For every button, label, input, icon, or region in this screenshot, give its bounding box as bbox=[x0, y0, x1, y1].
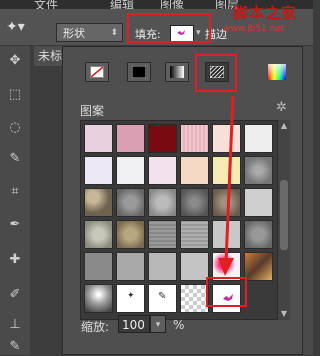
pattern-swatch[interactable] bbox=[180, 220, 209, 249]
gradient-button[interactable] bbox=[165, 62, 189, 82]
watermark-title: 脚本之家 bbox=[233, 4, 298, 22]
pattern-swatch[interactable] bbox=[212, 188, 241, 217]
custom-shape-tool-icon[interactable]: ✦▾ bbox=[6, 19, 30, 39]
pattern-swatch[interactable] bbox=[84, 124, 113, 153]
pattern-swatch[interactable] bbox=[84, 220, 113, 249]
chevron-down-icon: ⬍ bbox=[110, 28, 118, 38]
healing-brush-tool-icon[interactable]: ✚ bbox=[6, 251, 24, 269]
zoom-label: 缩放: bbox=[81, 320, 110, 334]
pattern-swatch[interactable] bbox=[148, 156, 177, 185]
pattern-swatch[interactable] bbox=[116, 188, 145, 217]
lasso-tool-icon[interactable]: ◌ bbox=[6, 119, 24, 137]
pattern-swatch[interactable] bbox=[244, 188, 273, 217]
pattern-swatch[interactable] bbox=[148, 252, 177, 281]
pattern-swatch[interactable] bbox=[116, 220, 145, 249]
pattern-swatch[interactable] bbox=[84, 188, 113, 217]
scroll-thumb[interactable] bbox=[280, 180, 288, 250]
pattern-section-title: 图案 bbox=[80, 104, 105, 118]
gear-icon[interactable]: ✲ bbox=[276, 100, 287, 115]
pattern-swatch[interactable] bbox=[180, 156, 209, 185]
fill-type-panel: 图案 ✲ ✦ ✎ ▲ ▼ 缩放: 100 ▾ % bbox=[62, 46, 303, 355]
scroll-down-icon[interactable]: ▼ bbox=[278, 308, 290, 320]
pattern-swatch[interactable]: ✎ bbox=[148, 284, 177, 313]
pattern-swatch[interactable] bbox=[244, 156, 273, 185]
fill-highlight-box bbox=[127, 13, 211, 43]
gradient-icon bbox=[170, 66, 184, 78]
menu-file[interactable]: 文件 bbox=[34, 0, 58, 9]
pattern-swatch[interactable] bbox=[180, 188, 209, 217]
pattern-swatch[interactable] bbox=[84, 284, 113, 313]
pattern-swatch[interactable] bbox=[180, 252, 209, 281]
menu-image[interactable]: 图像 bbox=[160, 0, 184, 9]
pattern-swatch[interactable] bbox=[212, 124, 241, 153]
solid-color-button[interactable] bbox=[127, 62, 151, 82]
selected-pattern-highlight-box bbox=[206, 277, 247, 307]
shape-mode-select[interactable]: 形状 ⬍ bbox=[56, 23, 123, 42]
pattern-swatch[interactable] bbox=[116, 252, 145, 281]
pattern-swatch[interactable] bbox=[148, 124, 177, 153]
pattern-swatch[interactable] bbox=[180, 124, 209, 153]
solid-color-icon bbox=[132, 66, 146, 78]
pattern-swatch[interactable] bbox=[116, 124, 145, 153]
pattern-swatch[interactable] bbox=[84, 252, 113, 281]
quick-select-tool-icon[interactable]: ✎ bbox=[6, 150, 24, 168]
pattern-grid: ✦ ✎ bbox=[80, 120, 290, 320]
pattern-swatch[interactable] bbox=[212, 220, 241, 249]
zoom-unit: % bbox=[173, 318, 185, 332]
clone-stamp-tool-icon[interactable]: ⊥ bbox=[6, 316, 24, 334]
pattern-swatch[interactable] bbox=[116, 156, 145, 185]
scroll-up-icon[interactable]: ▲ bbox=[278, 120, 290, 132]
pattern-swatch[interactable] bbox=[244, 252, 273, 281]
watermark-url: www.jb51.net bbox=[223, 24, 285, 34]
zoom-input[interactable]: 100 bbox=[118, 315, 150, 333]
pattern-swatch[interactable] bbox=[84, 156, 113, 185]
brush-tool-icon[interactable]: ✐ bbox=[6, 286, 24, 304]
pattern-swatch[interactable]: ✦ bbox=[116, 284, 145, 313]
move-tool-icon[interactable]: ✥ bbox=[6, 52, 24, 70]
no-color-button[interactable] bbox=[85, 62, 109, 82]
eyedropper-tool-icon[interactable]: ✒ bbox=[6, 216, 24, 234]
pattern-swatch[interactable] bbox=[148, 220, 177, 249]
marquee-tool-icon[interactable]: ⬚ bbox=[6, 86, 24, 104]
pattern-button-highlight-box bbox=[195, 54, 237, 92]
pattern-swatch[interactable] bbox=[244, 220, 273, 249]
menu-edit[interactable]: 编辑 bbox=[110, 0, 134, 9]
pattern-swatch[interactable] bbox=[180, 284, 209, 313]
pattern-grid-scrollbar[interactable]: ▲ ▼ bbox=[277, 120, 290, 320]
crop-tool-icon[interactable]: ⌗ bbox=[6, 183, 24, 201]
toolbox: ✥ ⬚ ◌ ✎ ⌗ ✒ ✚ ✐ ⊥ ✎ bbox=[0, 46, 30, 355]
pattern-swatch[interactable] bbox=[244, 124, 273, 153]
zoom-dropdown-button[interactable]: ▾ bbox=[150, 315, 166, 333]
pattern-swatch[interactable] bbox=[212, 156, 241, 185]
history-brush-tool-icon[interactable]: ✎ bbox=[6, 338, 24, 356]
color-picker-icon[interactable] bbox=[268, 64, 286, 80]
pattern-swatch[interactable] bbox=[148, 188, 177, 217]
no-color-icon bbox=[90, 66, 104, 78]
watermark: 脚本之家 www.jb51.net bbox=[223, 2, 313, 38]
shape-mode-value: 形状 bbox=[63, 27, 85, 40]
